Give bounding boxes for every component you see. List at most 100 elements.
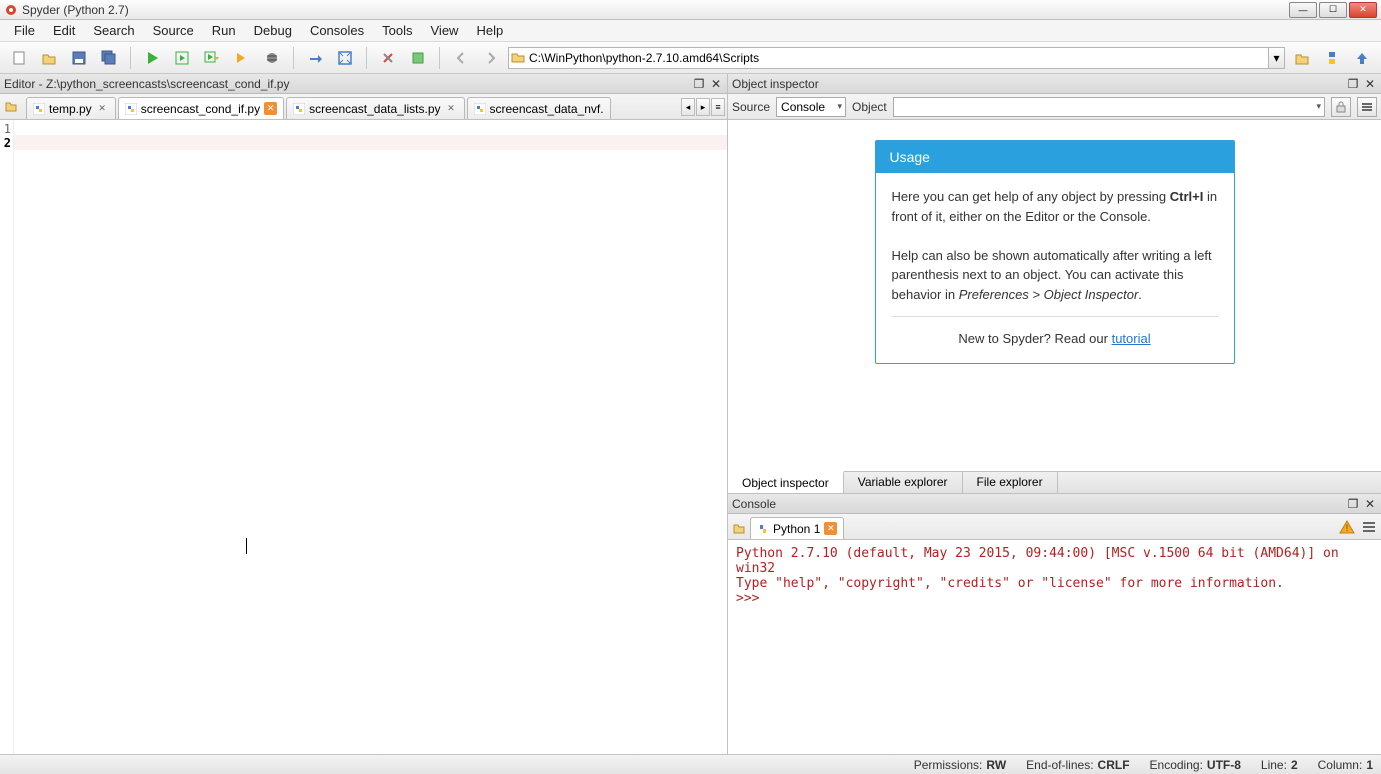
- browse-tabs-icon[interactable]: [732, 521, 746, 535]
- close-tab-icon[interactable]: ✕: [445, 102, 458, 115]
- options-button[interactable]: [1357, 97, 1377, 117]
- save-all-button[interactable]: [96, 45, 122, 71]
- menu-tools[interactable]: Tools: [374, 21, 420, 40]
- separator: [439, 47, 440, 69]
- tab-file-explorer[interactable]: File explorer: [963, 472, 1058, 493]
- options-icon[interactable]: [1361, 519, 1377, 535]
- pythonpath-button[interactable]: [405, 45, 431, 71]
- minimize-button[interactable]: —: [1289, 2, 1317, 18]
- editor-area[interactable]: 1 2: [0, 120, 727, 754]
- save-button[interactable]: [66, 45, 92, 71]
- statusbar: Permissions:RW End-of-lines:CRLF Encodin…: [0, 754, 1381, 774]
- tab-screencast-cond-if[interactable]: screencast_cond_if.py ✕: [118, 97, 284, 119]
- preferences-button[interactable]: [375, 45, 401, 71]
- lock-button[interactable]: [1331, 97, 1351, 117]
- eol-label: End-of-lines:: [1026, 758, 1093, 772]
- debug-button[interactable]: [259, 45, 285, 71]
- run-selection-button[interactable]: [229, 45, 255, 71]
- tab-label: screencast_data_lists.py: [309, 102, 440, 116]
- usage-paragraph-1: Here you can get help of any object by p…: [892, 187, 1218, 226]
- usage-paragraph-2: Help can also be shown automatically aft…: [892, 246, 1218, 305]
- eol-value: CRLF: [1098, 758, 1130, 772]
- encoding-value: UTF-8: [1207, 758, 1241, 772]
- tab-screencast-data-lists[interactable]: screencast_data_lists.py ✕: [286, 97, 464, 119]
- close-pane-icon[interactable]: ✕: [1363, 497, 1377, 511]
- menu-help[interactable]: Help: [468, 21, 511, 40]
- run-button[interactable]: [139, 45, 165, 71]
- menu-view[interactable]: View: [423, 21, 467, 40]
- tab-variable-explorer[interactable]: Variable explorer: [844, 472, 963, 493]
- parent-dir-button[interactable]: [1349, 45, 1375, 71]
- console-pane-title: Console: [732, 497, 1343, 511]
- editor-tabs: temp.py ✕ screencast_cond_if.py ✕ screen…: [0, 94, 727, 120]
- permissions-label: Permissions:: [914, 758, 983, 772]
- menubar: File Edit Search Source Run Debug Consol…: [0, 20, 1381, 42]
- source-label: Source: [732, 100, 770, 114]
- run-cell-advance-button[interactable]: [199, 45, 225, 71]
- editor-pane-title: Editor - Z:\python_screencasts\screencas…: [4, 77, 689, 91]
- source-combo[interactable]: Console: [776, 97, 846, 117]
- code-text[interactable]: [14, 120, 727, 754]
- scroll-tabs-right[interactable]: ▸: [696, 98, 710, 116]
- close-tab-icon[interactable]: ✕: [96, 102, 109, 115]
- python-file-icon: [293, 103, 305, 115]
- line-number: 2: [0, 136, 11, 150]
- maximize-pane-button[interactable]: [332, 45, 358, 71]
- menu-search[interactable]: Search: [85, 21, 142, 40]
- browse-dir-button[interactable]: [1289, 45, 1315, 71]
- run-cell-button[interactable]: [169, 45, 195, 71]
- line-label: Line:: [1261, 758, 1287, 772]
- line-number: 1: [0, 122, 11, 136]
- tab-list-icon[interactable]: ≡: [711, 98, 725, 116]
- tab-screencast-data-nvf[interactable]: screencast_data_nvf.: [467, 97, 611, 119]
- tab-label: screencast_data_nvf.: [490, 102, 604, 116]
- tab-python-1[interactable]: Python 1 ✕: [750, 517, 844, 539]
- step-button[interactable]: [302, 45, 328, 71]
- column-value: 1: [1366, 758, 1373, 772]
- new-file-button[interactable]: [6, 45, 32, 71]
- working-dir-input[interactable]: [508, 47, 1269, 69]
- tab-object-inspector[interactable]: Object inspector: [728, 471, 844, 493]
- tab-label: Python 1: [773, 522, 820, 536]
- undock-icon[interactable]: ❐: [1346, 77, 1360, 91]
- close-tab-icon[interactable]: ✕: [824, 522, 837, 535]
- object-input[interactable]: [893, 97, 1325, 117]
- tutorial-link[interactable]: tutorial: [1112, 331, 1151, 346]
- console-tabs: Python 1 ✕ !: [728, 514, 1381, 540]
- spyder-icon: [4, 3, 18, 17]
- open-file-button[interactable]: [36, 45, 62, 71]
- menu-debug[interactable]: Debug: [246, 21, 300, 40]
- python-file-icon: [33, 103, 45, 115]
- usage-card: Usage Here you can get help of any objec…: [875, 140, 1235, 364]
- forward-button[interactable]: [478, 45, 504, 71]
- undock-icon[interactable]: ❐: [1346, 497, 1360, 511]
- tab-temp[interactable]: temp.py ✕: [26, 97, 116, 119]
- close-pane-icon[interactable]: ✕: [709, 77, 723, 91]
- warning-icon[interactable]: !: [1339, 519, 1355, 535]
- back-button[interactable]: [448, 45, 474, 71]
- menu-edit[interactable]: Edit: [45, 21, 83, 40]
- text-cursor: [246, 538, 247, 554]
- browse-tabs-icon[interactable]: [4, 99, 20, 115]
- undock-icon[interactable]: ❐: [692, 77, 706, 91]
- inspector-pane-title: Object inspector: [732, 77, 1343, 91]
- menu-consoles[interactable]: Consoles: [302, 21, 372, 40]
- close-tab-icon[interactable]: ✕: [264, 102, 277, 115]
- menu-file[interactable]: File: [6, 21, 43, 40]
- maximize-button[interactable]: ☐: [1319, 2, 1347, 18]
- menu-run[interactable]: Run: [204, 21, 244, 40]
- close-window-button[interactable]: ✕: [1349, 2, 1377, 18]
- separator: [130, 47, 131, 69]
- inspector-pane-header: Object inspector ❐ ✕: [728, 74, 1381, 94]
- python-icon[interactable]: [1319, 45, 1345, 71]
- inspector-toolbar: Source Console Object: [728, 94, 1381, 120]
- python-icon: [757, 523, 769, 535]
- console-pane-header: Console ❐ ✕: [728, 494, 1381, 514]
- column-label: Column:: [1318, 758, 1363, 772]
- close-pane-icon[interactable]: ✕: [1363, 77, 1377, 91]
- working-dir-dropdown[interactable]: ▾: [1269, 47, 1285, 69]
- window-title: Spyder (Python 2.7): [22, 3, 1289, 17]
- console-output[interactable]: Python 2.7.10 (default, May 23 2015, 09:…: [728, 540, 1381, 754]
- scroll-tabs-left[interactable]: ◂: [681, 98, 695, 116]
- menu-source[interactable]: Source: [145, 21, 202, 40]
